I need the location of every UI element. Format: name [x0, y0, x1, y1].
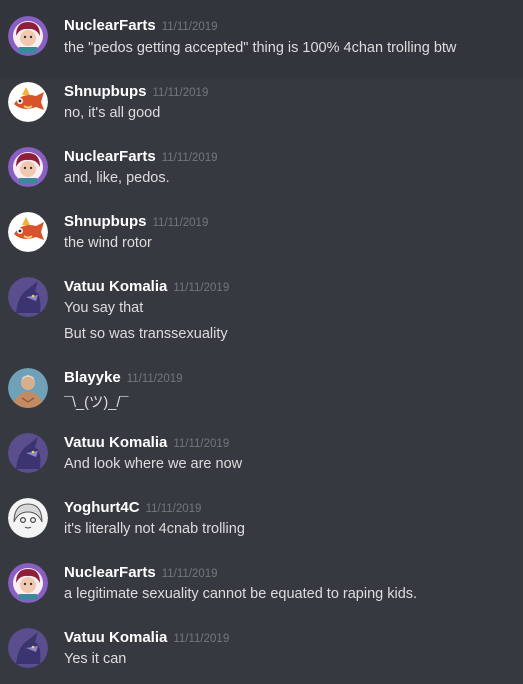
- message-text: the wind rotor: [64, 235, 152, 251]
- timestamp: 11/11/2019: [161, 152, 218, 164]
- message-group[interactable]: Shnupbups 11/11/2019 no, it's all good: [0, 78, 523, 143]
- blayyke-avatar[interactable]: [8, 368, 48, 408]
- username[interactable]: NuclearFarts: [64, 17, 156, 34]
- message-text: But so was transsexuality: [64, 326, 228, 342]
- timestamp: 11/11/2019: [126, 373, 183, 385]
- username[interactable]: Blayyke: [64, 369, 121, 386]
- nuclearfarts-avatar[interactable]: [8, 147, 48, 187]
- yoghurt-avatar[interactable]: [8, 498, 48, 538]
- message-text: You say that: [64, 300, 144, 316]
- message-group[interactable]: Shnupbups 11/11/2019 the wind rotor: [0, 208, 523, 273]
- shnupbups-avatar[interactable]: [8, 82, 48, 122]
- vatuu-avatar[interactable]: [8, 628, 48, 668]
- message-text: And look where we are now: [64, 456, 243, 472]
- vatuu-avatar[interactable]: [8, 433, 48, 473]
- message-text: no, it's all good: [64, 105, 161, 121]
- username[interactable]: NuclearFarts: [64, 148, 156, 165]
- message-group[interactable]: NuclearFarts 11/11/2019 the "pedos gettin…: [0, 0, 523, 78]
- message-text: it's literally not 4cnab trolling: [64, 521, 245, 537]
- username[interactable]: NuclearFarts: [64, 564, 156, 581]
- message-text: Yes it can: [64, 651, 127, 667]
- nuclearfarts-avatar[interactable]: [8, 16, 48, 56]
- message-group[interactable]: NuclearFarts 11/11/2019 a legitimate sexu…: [0, 559, 523, 624]
- message-group[interactable]: Yoghurt4C 11/11/2019 it's literally not 4…: [0, 494, 523, 559]
- nuclearfarts-avatar[interactable]: [8, 563, 48, 603]
- message-text: the "pedos getting accepted" thing is 10…: [64, 40, 457, 56]
- username[interactable]: Vatuu Komalia: [64, 278, 167, 295]
- vatuu-avatar[interactable]: [8, 277, 48, 317]
- timestamp: 11/11/2019: [152, 217, 209, 229]
- username[interactable]: Shnupbups: [64, 83, 147, 100]
- username[interactable]: Vatuu Komalia: [64, 434, 167, 451]
- username[interactable]: Vatuu Komalia: [64, 629, 167, 646]
- username[interactable]: Shnupbups: [64, 213, 147, 230]
- timestamp: 11/11/2019: [145, 503, 202, 515]
- username[interactable]: Yoghurt4C: [64, 499, 140, 516]
- message-text: and, like, pedos.: [64, 170, 170, 186]
- timestamp: 11/11/2019: [161, 21, 218, 33]
- timestamp: 11/11/2019: [161, 568, 218, 580]
- message-group[interactable]: Vatuu Komalia 11/11/2019 You say that But…: [0, 273, 523, 364]
- shnupbups-avatar[interactable]: [8, 212, 48, 252]
- message-text: a legitimate sexuality cannot be equated…: [64, 586, 418, 602]
- message-group[interactable]: Vatuu Komalia 11/11/2019 And look where w…: [0, 429, 523, 494]
- message-group[interactable]: NuclearFarts 11/11/2019 and, like, pedos.: [0, 143, 523, 208]
- timestamp: 11/11/2019: [173, 282, 230, 294]
- timestamp: 11/11/2019: [152, 87, 209, 99]
- timestamp: 11/11/2019: [173, 438, 230, 450]
- message-group[interactable]: Vatuu Komalia 11/11/2019 Yes it can: [0, 624, 523, 684]
- message-text: ¯\_(ツ)_/¯: [64, 395, 129, 411]
- timestamp: 11/11/2019: [173, 633, 230, 645]
- chat-messages: NuclearFarts 11/11/2019 the "pedos gettin…: [0, 0, 523, 684]
- message-group[interactable]: Blayyke 11/11/2019 ¯\_(ツ)_/¯: [0, 364, 523, 429]
